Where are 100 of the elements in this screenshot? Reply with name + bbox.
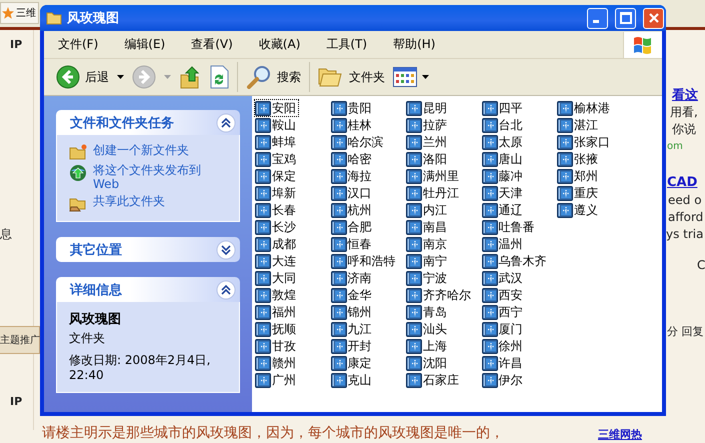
file-item[interactable]: 拉萨 [405, 116, 450, 134]
file-item[interactable]: 长沙 [254, 218, 299, 236]
page-link[interactable]: CAD [667, 175, 698, 190]
file-item[interactable]: 榆林港 [556, 99, 613, 117]
file-item[interactable]: 合肥 [330, 218, 374, 236]
file-item[interactable]: 天津 [480, 184, 526, 202]
browser-tab[interactable]: 三维 [0, 2, 39, 24]
panel-header[interactable]: 其它位置 [56, 237, 240, 262]
menu-item[interactable]: 编辑(E) [118, 34, 172, 55]
file-item[interactable]: 敦煌 [254, 286, 299, 304]
menu-item[interactable]: 帮助(H) [387, 34, 442, 55]
file-item[interactable]: 埠新 [254, 184, 299, 202]
maximize-button[interactable] [615, 8, 636, 28]
file-item[interactable]: 厦门 [480, 320, 526, 338]
file-item[interactable]: 昆明 [405, 99, 450, 117]
file-item[interactable]: 西安 [480, 286, 526, 304]
file-item[interactable]: 抚顺 [254, 320, 299, 338]
search-button[interactable]: 搜索 [242, 62, 305, 92]
file-item[interactable]: 武汉 [480, 269, 526, 287]
back-button[interactable]: 后退 [52, 62, 113, 92]
folders-button[interactable]: 文件夹 [314, 63, 389, 91]
file-item[interactable]: 通辽 [480, 201, 526, 219]
file-item[interactable]: 甘孜 [254, 337, 299, 355]
file-item[interactable]: 金华 [330, 286, 374, 304]
file-item[interactable]: 唐山 [480, 150, 526, 168]
file-item[interactable]: 海拉 [330, 167, 374, 185]
file-item[interactable]: 沈阳 [405, 354, 450, 372]
file-item[interactable]: 九江 [330, 320, 374, 338]
file-item[interactable]: 宁波 [405, 269, 450, 287]
file-item[interactable]: 桂林 [330, 116, 374, 134]
page-link[interactable]: 看这 [672, 86, 698, 104]
file-item[interactable]: 长春 [254, 201, 299, 219]
file-item[interactable]: 福州 [254, 303, 299, 321]
caret-icon[interactable] [422, 75, 429, 79]
menu-item[interactable]: 文件(F) [52, 34, 104, 55]
file-item[interactable]: 蚌埠 [254, 133, 299, 151]
file-item[interactable]: 郑州 [556, 167, 601, 185]
file-item[interactable]: 藤冲 [480, 167, 526, 185]
file-item[interactable]: 保定 [254, 167, 299, 185]
file-item[interactable]: 洛阳 [405, 150, 450, 168]
file-item[interactable]: 哈密 [330, 150, 374, 168]
panel-header[interactable]: 文件和文件夹任务 [56, 110, 240, 135]
file-item[interactable]: 康定 [330, 354, 374, 372]
file-item[interactable]: 石家庄 [405, 371, 462, 389]
file-item[interactable]: 哈尔滨 [330, 133, 386, 151]
file-item[interactable]: 济南 [330, 269, 374, 287]
task-link[interactable]: 共享此文件夹 [69, 194, 229, 212]
chevron-icon[interactable] [216, 240, 236, 260]
chevron-icon[interactable] [216, 112, 236, 132]
menu-item[interactable]: 工具(T) [320, 34, 374, 55]
file-item[interactable]: 满州里 [405, 167, 462, 185]
file-item[interactable]: 上海 [405, 337, 450, 355]
file-item[interactable]: 张掖 [556, 150, 601, 168]
file-item[interactable]: 许昌 [480, 354, 526, 372]
file-item[interactable]: 张家口 [556, 133, 613, 151]
file-item[interactable]: 吐鲁番 [480, 218, 538, 236]
panel-header[interactable]: 详细信息 [56, 277, 240, 302]
file-item[interactable]: 广州 [254, 371, 299, 389]
file-item[interactable]: 成都 [254, 235, 299, 253]
file-item[interactable]: 南昌 [405, 218, 450, 236]
file-item[interactable]: 兰州 [405, 133, 450, 151]
file-item[interactable]: 西宁 [480, 303, 526, 321]
file-item[interactable]: 南宁 [405, 252, 450, 270]
file-item[interactable]: 克山 [330, 371, 374, 389]
minimize-button[interactable] [587, 8, 608, 28]
file-item[interactable]: 南京 [405, 235, 450, 253]
chevron-icon[interactable] [216, 280, 236, 300]
file-item[interactable]: 伊尔 [480, 371, 526, 389]
file-item[interactable]: 青岛 [405, 303, 450, 321]
caret-icon[interactable] [117, 75, 124, 79]
file-item[interactable]: 赣州 [254, 354, 299, 372]
file-item[interactable]: 重庆 [556, 184, 601, 202]
page-tab[interactable]: 主题推广 [0, 326, 40, 354]
file-item[interactable]: 呼和浩特 [330, 252, 398, 270]
file-item[interactable]: 乌鲁木齐 [480, 252, 550, 270]
file-item[interactable]: 徐州 [480, 337, 526, 355]
file-item[interactable]: 太原 [480, 133, 526, 151]
page-link[interactable]: 三维网热 [598, 427, 642, 442]
file-item[interactable]: 贵阳 [330, 99, 374, 117]
file-item[interactable]: 大同 [254, 269, 299, 287]
file-item[interactable]: 遵义 [556, 201, 601, 219]
file-item[interactable]: 内江 [405, 201, 450, 219]
file-item[interactable]: 温州 [480, 235, 526, 253]
file-item[interactable]: 开封 [330, 337, 374, 355]
task-link[interactable]: 将这个文件夹发布到 Web [69, 163, 229, 191]
menu-item[interactable]: 收藏(A) [252, 34, 306, 55]
task-link[interactable]: 创建一个新文件夹 [69, 143, 229, 160]
file-item[interactable]: 杭州 [330, 201, 374, 219]
menu-item[interactable]: 查看(V) [185, 34, 239, 55]
close-button[interactable] [643, 8, 664, 28]
file-item[interactable]: 鞍山 [254, 116, 299, 134]
file-item[interactable]: 牡丹江 [405, 184, 462, 202]
file-item[interactable]: 锦州 [330, 303, 374, 321]
file-item[interactable]: 大连 [254, 252, 299, 270]
file-item[interactable]: 汕头 [405, 320, 450, 338]
file-item[interactable]: 四平 [480, 99, 526, 117]
file-item[interactable]: 汉口 [330, 184, 374, 202]
file-item[interactable]: 恒春 [330, 235, 374, 253]
file-item[interactable]: 齐齐哈尔 [405, 286, 474, 304]
file-item[interactable]: 宝鸡 [254, 150, 299, 168]
